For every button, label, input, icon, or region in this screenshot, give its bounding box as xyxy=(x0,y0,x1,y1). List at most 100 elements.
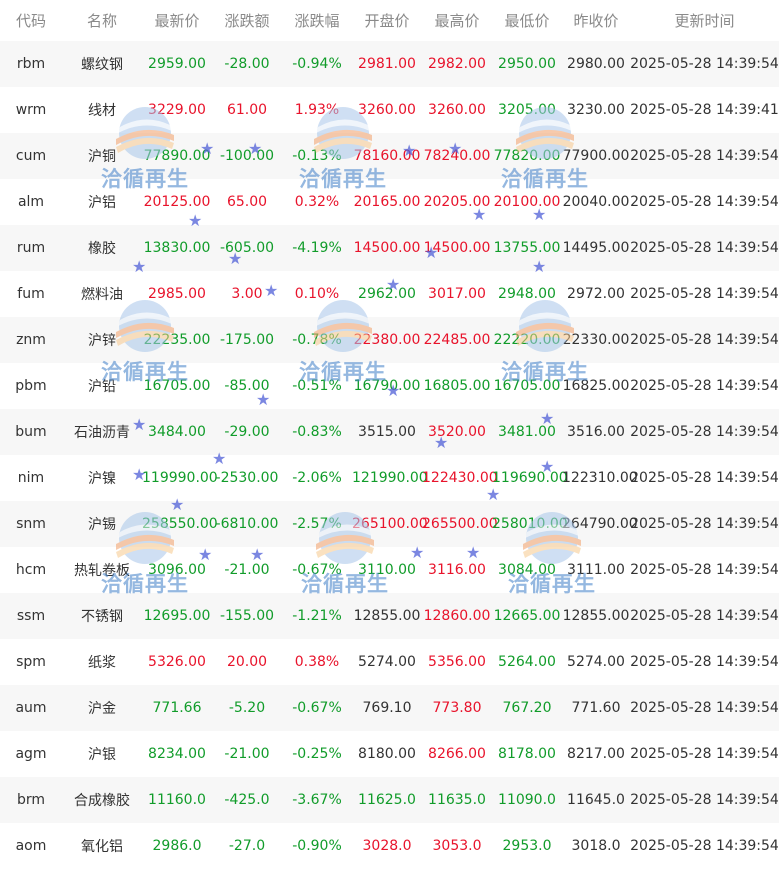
table-row[interactable]: brm 合成橡胶 11160.0 -425.0 -3.67% 11625.0 11635.0… xyxy=(0,777,779,823)
cell-high: 3116.00 xyxy=(422,547,492,593)
cell-change-pct: 0.38% xyxy=(282,639,352,685)
cell-change-pct: -0.51% xyxy=(282,363,352,409)
column-header-change-pct[interactable]: 涨跌幅 xyxy=(282,0,352,41)
table-row[interactable]: aom 氧化铝 2986.0 -27.0 -0.90% 3028.0 3053.0 2953.… xyxy=(0,823,779,869)
cell-update-time: 2025-05-28 14:39:54 xyxy=(630,777,779,823)
table-row[interactable]: wrm 线材 3229.00 61.00 1.93% 3260.00 3260.00 3205… xyxy=(0,87,779,133)
cell-last: 13830.00 xyxy=(142,225,212,271)
cell-change-pct: 1.93% xyxy=(282,87,352,133)
cell-prev-close: 264790.00 xyxy=(562,501,638,547)
cell-open: 16790.00 xyxy=(352,363,422,409)
cell-update-time: 2025-05-28 14:39:54 xyxy=(630,455,779,501)
cell-change-pct: -0.94% xyxy=(282,41,352,87)
cell-name: 沪银 xyxy=(62,731,142,777)
cell-high: 78240.00 xyxy=(422,133,492,179)
cell-low: 8178.00 xyxy=(492,731,562,777)
cell-change: 65.00 xyxy=(212,179,282,225)
cell-last: 3484.00 xyxy=(142,409,212,455)
cell-open: 14500.00 xyxy=(352,225,422,271)
cell-open: 265100.00 xyxy=(352,501,428,547)
cell-open: 3110.00 xyxy=(352,547,422,593)
column-header-open[interactable]: 开盘价 xyxy=(352,0,422,41)
cell-low: 767.20 xyxy=(492,685,562,731)
cell-last: 2985.00 xyxy=(142,271,212,317)
cell-open: 769.10 xyxy=(352,685,422,731)
cell-last: 258550.00 xyxy=(142,501,218,547)
cell-prev-close: 3018.0 xyxy=(562,823,630,869)
cell-change: -6810.00 xyxy=(212,501,282,547)
table-row[interactable]: agm 沪银 8234.00 -21.00 -0.25% 8180.00 8266.00 81… xyxy=(0,731,779,777)
column-header-code[interactable]: 代码 xyxy=(0,0,62,41)
cell-prev-close: 14495.00 xyxy=(562,225,630,271)
cell-open: 20165.00 xyxy=(352,179,422,225)
cell-code: fum xyxy=(0,271,62,317)
cell-low: 16705.00 xyxy=(492,363,562,409)
cell-open: 11625.0 xyxy=(352,777,422,823)
table-row[interactable]: znm 沪锌 22235.00 -175.00 -0.78% 22380.00 22485.… xyxy=(0,317,779,363)
cell-change: -27.0 xyxy=(212,823,282,869)
table-row[interactable]: aum 沪金 771.66 -5.20 -0.67% 769.10 773.80 767.20… xyxy=(0,685,779,731)
cell-open: 2962.00 xyxy=(352,271,422,317)
column-header-last[interactable]: 最新价 xyxy=(142,0,212,41)
cell-change: -21.00 xyxy=(212,547,282,593)
cell-code: snm xyxy=(0,501,62,547)
cell-name: 沪铝 xyxy=(62,179,142,225)
table-row[interactable]: alm 沪铝 20125.00 65.00 0.32% 20165.00 20205.00 2… xyxy=(0,179,779,225)
table-row[interactable]: rbm 螺纹钢 2959.00 -28.00 -0.94% 2981.00 2982.00 2… xyxy=(0,41,779,87)
cell-code: brm xyxy=(0,777,62,823)
cell-high: 2982.00 xyxy=(422,41,492,87)
column-header-prev-close[interactable]: 昨收价 xyxy=(562,0,630,41)
cell-low: 11090.0 xyxy=(492,777,562,823)
table-row[interactable]: pbm 沪铅 16705.00 -85.00 -0.51% 16790.00 16805.0… xyxy=(0,363,779,409)
cell-update-time: 2025-05-28 14:39:54 xyxy=(630,547,779,593)
table-row[interactable]: rum 橡胶 13830.00 -605.00 -4.19% 14500.00 14500.… xyxy=(0,225,779,271)
cell-high: 3053.0 xyxy=(422,823,492,869)
cell-code: spm xyxy=(0,639,62,685)
cell-high: 8266.00 xyxy=(422,731,492,777)
cell-name: 合成橡胶 xyxy=(62,777,142,823)
cell-low: 5264.00 xyxy=(492,639,562,685)
table-row[interactable]: bum 石油沥青 3484.00 -29.00 -0.83% 3515.00 3520.00… xyxy=(0,409,779,455)
cell-code: ssm xyxy=(0,593,62,639)
cell-change: 61.00 xyxy=(212,87,282,133)
cell-code: wrm xyxy=(0,87,62,133)
table-row[interactable]: hcm 热轧卷板 3096.00 -21.00 -0.67% 3110.00 3116.00… xyxy=(0,547,779,593)
column-header-name[interactable]: 名称 xyxy=(62,0,142,41)
cell-update-time: 2025-05-28 14:39:54 xyxy=(630,271,779,317)
cell-change: -2530.00 xyxy=(212,455,282,501)
cell-update-time: 2025-05-28 14:39:54 xyxy=(630,41,779,87)
cell-high: 20205.00 xyxy=(422,179,492,225)
cell-code: hcm xyxy=(0,547,62,593)
cell-change-pct: -0.67% xyxy=(282,685,352,731)
cell-change-pct: 0.32% xyxy=(282,179,352,225)
table-row[interactable]: snm 沪锡 258550.00 -6810.00 -2.57% 265100.00 265… xyxy=(0,501,779,547)
cell-last: 11160.0 xyxy=(142,777,212,823)
cell-high: 3017.00 xyxy=(422,271,492,317)
cell-open: 5274.00 xyxy=(352,639,422,685)
cell-low: 258010.00 xyxy=(492,501,568,547)
table-row[interactable]: cum 沪铜 77890.00 -100.00 -0.13% 78160.00 78240.… xyxy=(0,133,779,179)
cell-last: 16705.00 xyxy=(142,363,212,409)
column-header-high[interactable]: 最高价 xyxy=(422,0,492,41)
cell-change-pct: -0.13% xyxy=(282,133,352,179)
cell-update-time: 2025-05-28 14:39:54 xyxy=(630,363,779,409)
column-header-low[interactable]: 最低价 xyxy=(492,0,562,41)
cell-change-pct: -4.19% xyxy=(282,225,352,271)
cell-change: -21.00 xyxy=(212,731,282,777)
cell-open: 121990.00 xyxy=(352,455,428,501)
table-row[interactable]: ssm 不锈钢 12695.00 -155.00 -1.21% 12855.00 12860… xyxy=(0,593,779,639)
cell-open: 22380.00 xyxy=(352,317,422,363)
cell-last: 12695.00 xyxy=(142,593,212,639)
cell-code: znm xyxy=(0,317,62,363)
table-row[interactable]: spm 纸浆 5326.00 20.00 0.38% 5274.00 5356.00 5264… xyxy=(0,639,779,685)
cell-low: 3084.00 xyxy=(492,547,562,593)
column-header-change[interactable]: 涨跌额 xyxy=(212,0,282,41)
table-row[interactable]: fum 燃料油 2985.00 3.00 0.10% 2962.00 3017.00 2948… xyxy=(0,271,779,317)
cell-name: 沪金 xyxy=(62,685,142,731)
column-header-update-time[interactable]: 更新时间 xyxy=(630,0,779,41)
cell-update-time: 2025-05-28 14:39:54 xyxy=(630,731,779,777)
cell-low: 20100.00 xyxy=(492,179,562,225)
table-row[interactable]: nim 沪镍 119990.00 -2530.00 -2.06% 121990.00 122… xyxy=(0,455,779,501)
cell-low: 77820.00 xyxy=(492,133,562,179)
cell-last: 77890.00 xyxy=(142,133,212,179)
